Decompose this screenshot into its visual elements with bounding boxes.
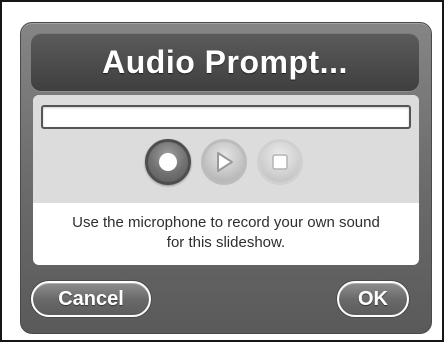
cancel-button[interactable]: Cancel: [31, 281, 151, 317]
ok-button[interactable]: OK: [337, 281, 409, 317]
instruction-line-1: Use the microphone to record your own so…: [72, 214, 380, 231]
stop-button[interactable]: [257, 139, 303, 185]
play-button[interactable]: [201, 139, 247, 185]
dialog-content-panel: Use the microphone to record your own so…: [33, 95, 419, 265]
recorder-area: [33, 95, 419, 203]
record-button[interactable]: [145, 139, 191, 185]
dialog-title-bar: Audio Prompt...: [31, 33, 419, 91]
audio-name-field[interactable]: [41, 105, 411, 129]
audio-prompt-dialog: Audio Prompt... Use the microphone to re…: [20, 22, 432, 334]
record-icon: [159, 153, 177, 171]
stop-icon: [271, 153, 289, 171]
instruction-text: Use the microphone to record your own so…: [33, 213, 419, 253]
instruction-line-2: for this slideshow.: [166, 234, 286, 251]
window-frame: Audio Prompt... Use the microphone to re…: [0, 0, 444, 342]
dialog-title: Audio Prompt...: [102, 43, 348, 80]
play-icon: [213, 150, 235, 174]
